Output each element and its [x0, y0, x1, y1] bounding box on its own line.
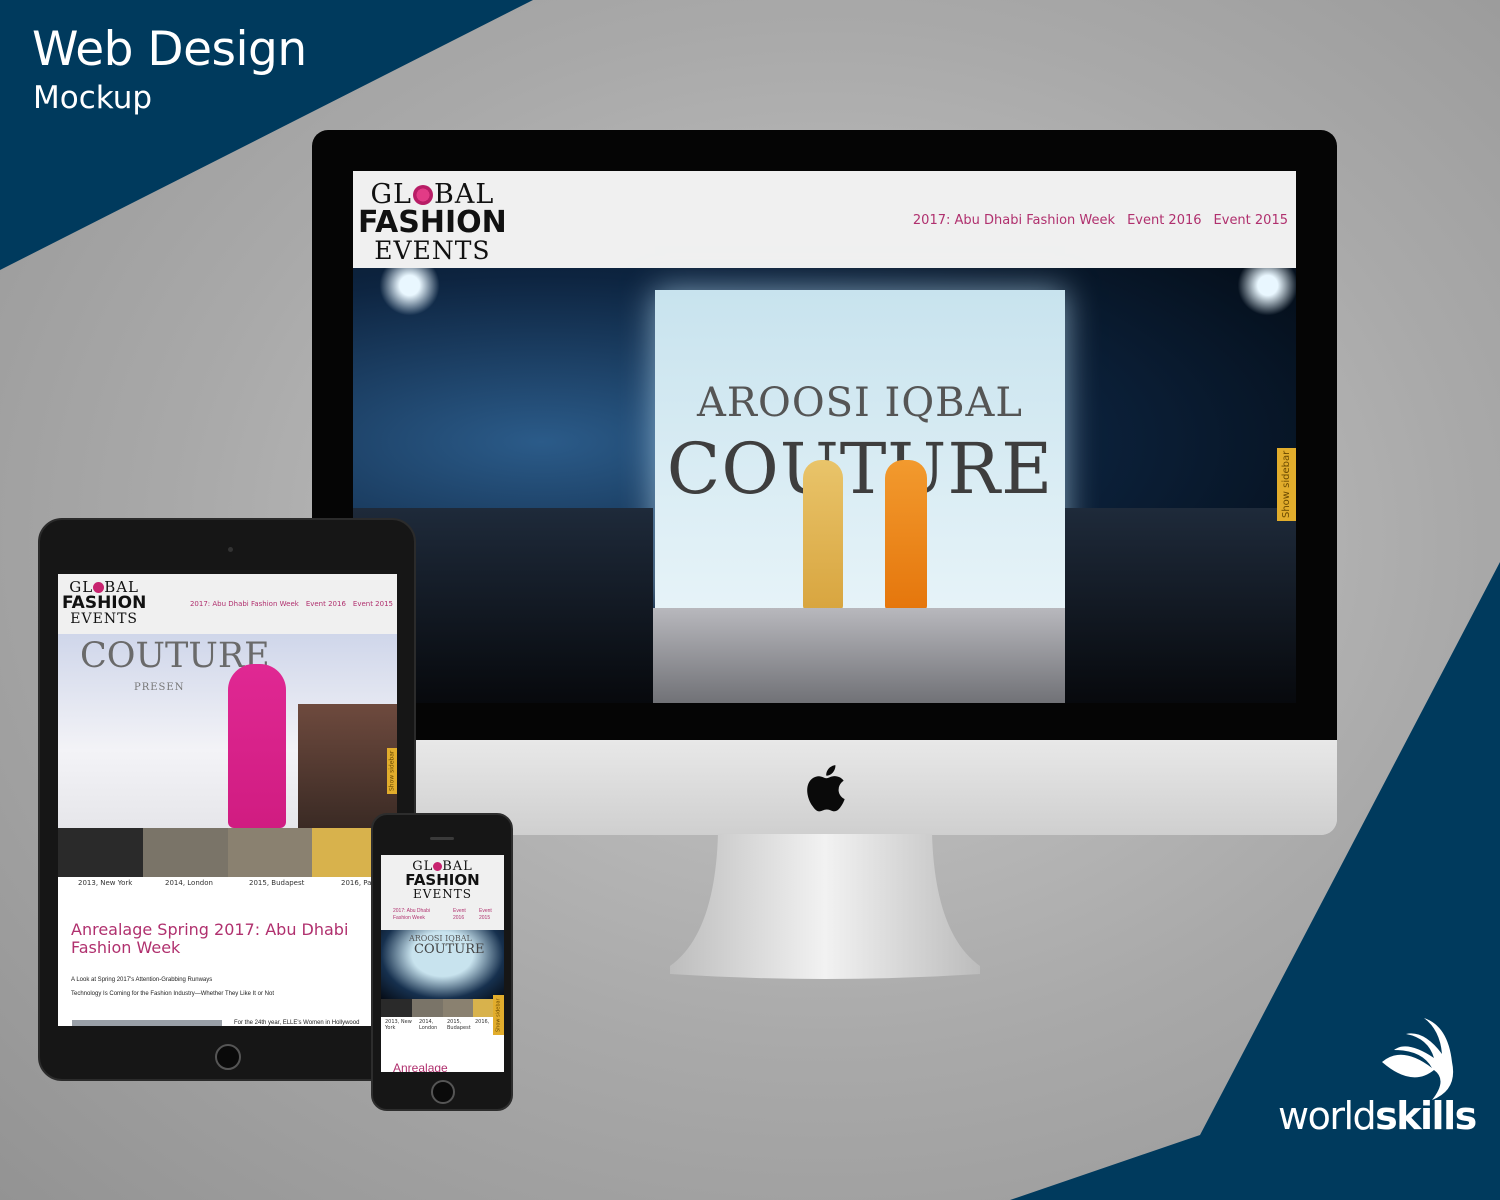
tablet-article-image — [72, 1020, 222, 1026]
phone-nav-text: 2017: Abu Dhabi — [393, 908, 430, 914]
tablet-thumbnail-strip — [58, 828, 397, 877]
tablet-hero-audience — [298, 704, 397, 828]
logo-text-3: EVENTS — [374, 236, 491, 265]
phone-nav-link-event-2016[interactable]: Event 2016 — [453, 908, 466, 922]
phone-thumb-2014[interactable] — [411, 999, 443, 1017]
phone-caption-text: York — [385, 1025, 396, 1031]
tablet-globe-icon — [93, 582, 105, 593]
tablet-screen: GL BAL FASHION EVENTS 2017: Abu Dhabi Fas… — [58, 574, 397, 1026]
hero-figure-left — [803, 460, 843, 610]
tablet-site-nav: 2017: Abu Dhabi Fashion Week Event 2016 … — [190, 600, 393, 608]
hero-figure-right — [885, 460, 927, 610]
phone-nav-text: Event — [453, 908, 466, 914]
tablet-home-button[interactable] — [215, 1044, 241, 1070]
phone-site-header: GL BAL FASHION EVENTS 2017: Abu Dhabi Fash… — [381, 855, 504, 930]
phone-nav-text: Fashion Week — [393, 915, 425, 921]
tablet-thumb-2014[interactable] — [142, 828, 228, 877]
phone-nav-text: 2016 — [453, 915, 465, 921]
worldskills-wordmark: worldskills — [1278, 1094, 1477, 1138]
hero-stage-screen: AROOSI IQBAL COUTURE — [655, 290, 1065, 610]
tablet-logo-text-3: EVENTS — [70, 611, 139, 627]
tablet-hero-model — [228, 664, 286, 828]
phone-article-title[interactable]: Anrealage — [393, 1061, 448, 1072]
desktop-screen: GL BAL FASHION EVENTS 2017: Abu Dhabi Fas… — [353, 171, 1296, 703]
worldskills-word-2: skills — [1375, 1094, 1477, 1138]
nav-link-abu-dhabi[interactable]: 2017: Abu Dhabi Fashion Week — [913, 213, 1115, 228]
phone-globe-icon — [433, 862, 443, 871]
tablet-nav-link-event-2015[interactable]: Event 2015 — [353, 600, 393, 608]
phone-thumbnail-strip — [381, 999, 504, 1017]
phone-screen: GL BAL FASHION EVENTS 2017: Abu Dhabi Fash… — [381, 855, 504, 1072]
apple-logo-icon — [807, 765, 845, 812]
phone-caption-text: London — [419, 1025, 438, 1031]
phone-caption-text: Budapest — [447, 1025, 471, 1031]
tablet-logo-text-2: FASHION — [62, 593, 147, 613]
phone-show-sidebar-tab[interactable]: Show sidebar — [493, 995, 504, 1035]
phone-home-button[interactable] — [431, 1080, 455, 1104]
show-sidebar-tab[interactable]: Show sidebar — [1277, 448, 1296, 521]
tablet-article-title[interactable]: Anrealage Spring 2017: Abu Dhabi Fashion… — [71, 921, 386, 957]
tablet-article-line-1[interactable]: A Look at Spring 2017's Attention-Grabbi… — [71, 977, 212, 983]
tablet-hero-presents: PRESEN — [134, 682, 185, 693]
tablet-camera — [228, 547, 233, 552]
tablet-hero-image: COUTURE PRESEN — [58, 634, 397, 828]
tablet-site-logo[interactable]: GL BAL FASHION EVENTS — [62, 580, 147, 627]
tablet-article-line-2[interactable]: Technology Is Coming for the Fashion Ind… — [71, 991, 274, 997]
hero-runway — [588, 608, 1088, 703]
phone-thumb-caption: 2013, New York — [385, 1019, 412, 1031]
tablet-show-sidebar-tab[interactable]: Show sidebar — [387, 748, 397, 794]
phone-nav-link-event-2015[interactable]: Event 2015 — [479, 908, 492, 922]
site-nav: 2017: Abu Dhabi Fashion Week Event 2016 … — [913, 213, 1288, 228]
phone-nav-link-abu-dhabi[interactable]: 2017: Abu Dhabi Fashion Week — [393, 908, 430, 922]
worldskills-logo-icon — [1382, 1018, 1454, 1100]
banner-title: Web Design — [32, 22, 307, 77]
phone-thumb-caption: 2016, — [475, 1019, 489, 1025]
phone-nav-text: Event — [479, 908, 492, 914]
phone-thumb-caption: 2015, Budapest — [447, 1019, 471, 1031]
phone-speaker — [430, 837, 454, 840]
tablet-thumb-caption: 2014, London — [165, 879, 213, 887]
phone-nav-text: 2015 — [479, 915, 491, 921]
phone-hero-line: COUTURE — [414, 942, 485, 957]
phone-hero-image: AROOSI IQBAL COUTURE — [381, 930, 504, 999]
phone-site-logo[interactable]: GL BAL FASHION EVENTS — [386, 860, 499, 900]
phone-caption-text: 2016, — [475, 1019, 490, 1025]
tablet-thumb-2015[interactable] — [227, 828, 313, 877]
phone-logo-text-2: FASHION — [405, 871, 480, 889]
banner-subtitle: Mockup — [33, 80, 153, 116]
phone-logo-text-3: EVENTS — [413, 887, 472, 901]
globe-icon — [412, 185, 433, 205]
tablet-site-header: GL BAL FASHION EVENTS 2017: Abu Dhabi Fas… — [58, 574, 397, 634]
nav-link-event-2016[interactable]: Event 2016 — [1127, 213, 1201, 228]
site-header: GL BAL FASHION EVENTS 2017: Abu Dhabi Fas… — [353, 171, 1296, 268]
tablet-nav-link-event-2016[interactable]: Event 2016 — [306, 600, 346, 608]
phone-thumb-2013[interactable] — [381, 999, 412, 1017]
tablet-article-snippet: For the 24th year, ELLE's Women in Holly… — [234, 1020, 360, 1026]
hero-audience-right — [1065, 508, 1296, 703]
worldskills-word-1: world — [1278, 1094, 1377, 1138]
nav-link-event-2015[interactable]: Event 2015 — [1214, 213, 1288, 228]
phone-thumb-2015[interactable] — [442, 999, 474, 1017]
tablet-thumb-2013[interactable] — [58, 828, 143, 877]
hero-line-text: COUTURE — [666, 428, 1054, 510]
hero-brand-text: AROOSI IQBAL — [697, 380, 1023, 426]
tablet-thumb-caption: 2013, New York — [78, 879, 133, 887]
phone-thumb-caption: 2014, London — [419, 1019, 437, 1031]
site-logo[interactable]: GL BAL FASHION EVENTS — [358, 181, 507, 263]
logo-text-2: FASHION — [358, 205, 507, 240]
tablet-nav-link-abu-dhabi[interactable]: 2017: Abu Dhabi Fashion Week — [190, 600, 299, 608]
hero-image: AROOSI IQBAL COUTURE Show sidebar — [353, 268, 1296, 703]
imac-stand — [670, 834, 980, 979]
tablet-thumb-caption: 2015, Budapest — [249, 879, 305, 887]
